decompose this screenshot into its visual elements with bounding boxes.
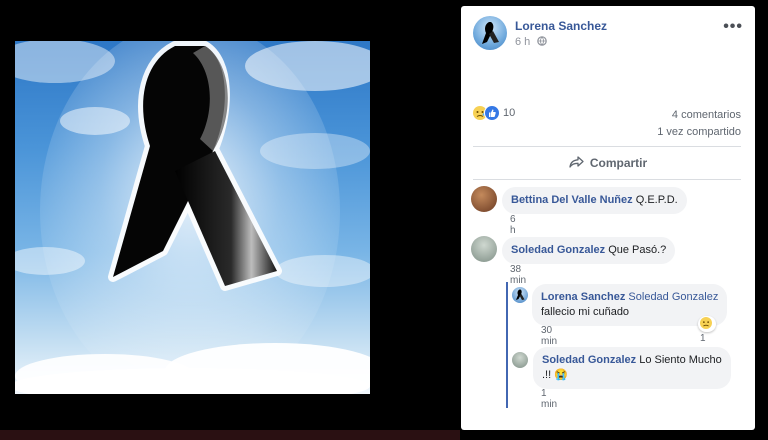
reply-text: Lo Siento Mucho <box>639 354 722 366</box>
like-reaction-icon <box>484 104 500 121</box>
photo-viewer <box>0 0 460 440</box>
commenter-name[interactable]: Soledad Gonzalez <box>511 244 605 256</box>
post-meta: 6 h <box>515 36 548 48</box>
sad-reaction-icon <box>700 317 712 329</box>
comment-bubble: Bettina Del Valle Nuñez Q.E.P.D. <box>502 187 687 214</box>
post-time[interactable]: 6 h <box>515 36 530 48</box>
replier-name[interactable]: Lorena Sanchez <box>541 291 625 303</box>
page-strip <box>0 430 460 440</box>
reply-bubble: Soledad Gonzalez Lo Siento Mucho .!! 😭 <box>533 347 731 389</box>
comment-text: Que Pasó.? <box>608 244 667 256</box>
ribbon-illustration <box>15 41 370 394</box>
reaction-count: 10 <box>503 106 516 119</box>
comment-time[interactable]: 6 h <box>510 214 516 236</box>
author-name[interactable]: Lorena Sanchez <box>515 19 607 33</box>
reply-reaction-count: 1 <box>700 333 706 344</box>
actions-divider-bottom <box>473 179 741 180</box>
comment-bubble: Soledad Gonzalez Que Pasó.? <box>502 237 676 264</box>
reply-reaction-badge[interactable]: 1 <box>698 316 716 344</box>
share-arrow-icon <box>569 156 584 171</box>
commenter-avatar[interactable] <box>471 186 497 212</box>
reply-text: fallecio mi cuñado <box>541 306 630 318</box>
reply-time[interactable]: 30 min <box>541 325 557 347</box>
comment-time[interactable]: 38 min <box>510 264 526 286</box>
more-options-icon[interactable]: ••• <box>723 18 743 36</box>
share-label: Compartir <box>589 156 648 170</box>
share-count-link[interactable]: 1 vez compartido <box>657 124 741 141</box>
commenter-avatar[interactable] <box>471 236 497 262</box>
mourning-ribbon-image[interactable] <box>15 41 370 394</box>
replier-name[interactable]: Soledad Gonzalez <box>542 354 636 366</box>
reply-time[interactable]: 1 min <box>541 388 557 410</box>
mentioned-user[interactable]: Soledad Gonzalez <box>628 291 718 303</box>
share-button[interactable]: Compartir <box>461 156 755 171</box>
globe-icon <box>537 36 548 48</box>
reply-text-continued: .!! 😭 <box>542 369 568 381</box>
reply-thread-line <box>506 282 508 408</box>
post-stats: 4 comentarios 1 vez compartido <box>657 107 741 141</box>
actions-divider-top <box>473 146 741 147</box>
replier-avatar[interactable] <box>512 352 528 368</box>
commenter-name[interactable]: Bettina Del Valle Nuñez <box>511 194 633 206</box>
post-header: Lorena Sanchez 6 h ••• <box>473 16 745 56</box>
comment-count-link[interactable]: 4 comentarios <box>657 107 741 124</box>
replier-avatar[interactable] <box>512 287 528 303</box>
comment-text: Q.E.P.D. <box>635 194 678 206</box>
reaction-summary[interactable]: 10 <box>473 104 515 122</box>
author-avatar[interactable] <box>473 16 507 50</box>
